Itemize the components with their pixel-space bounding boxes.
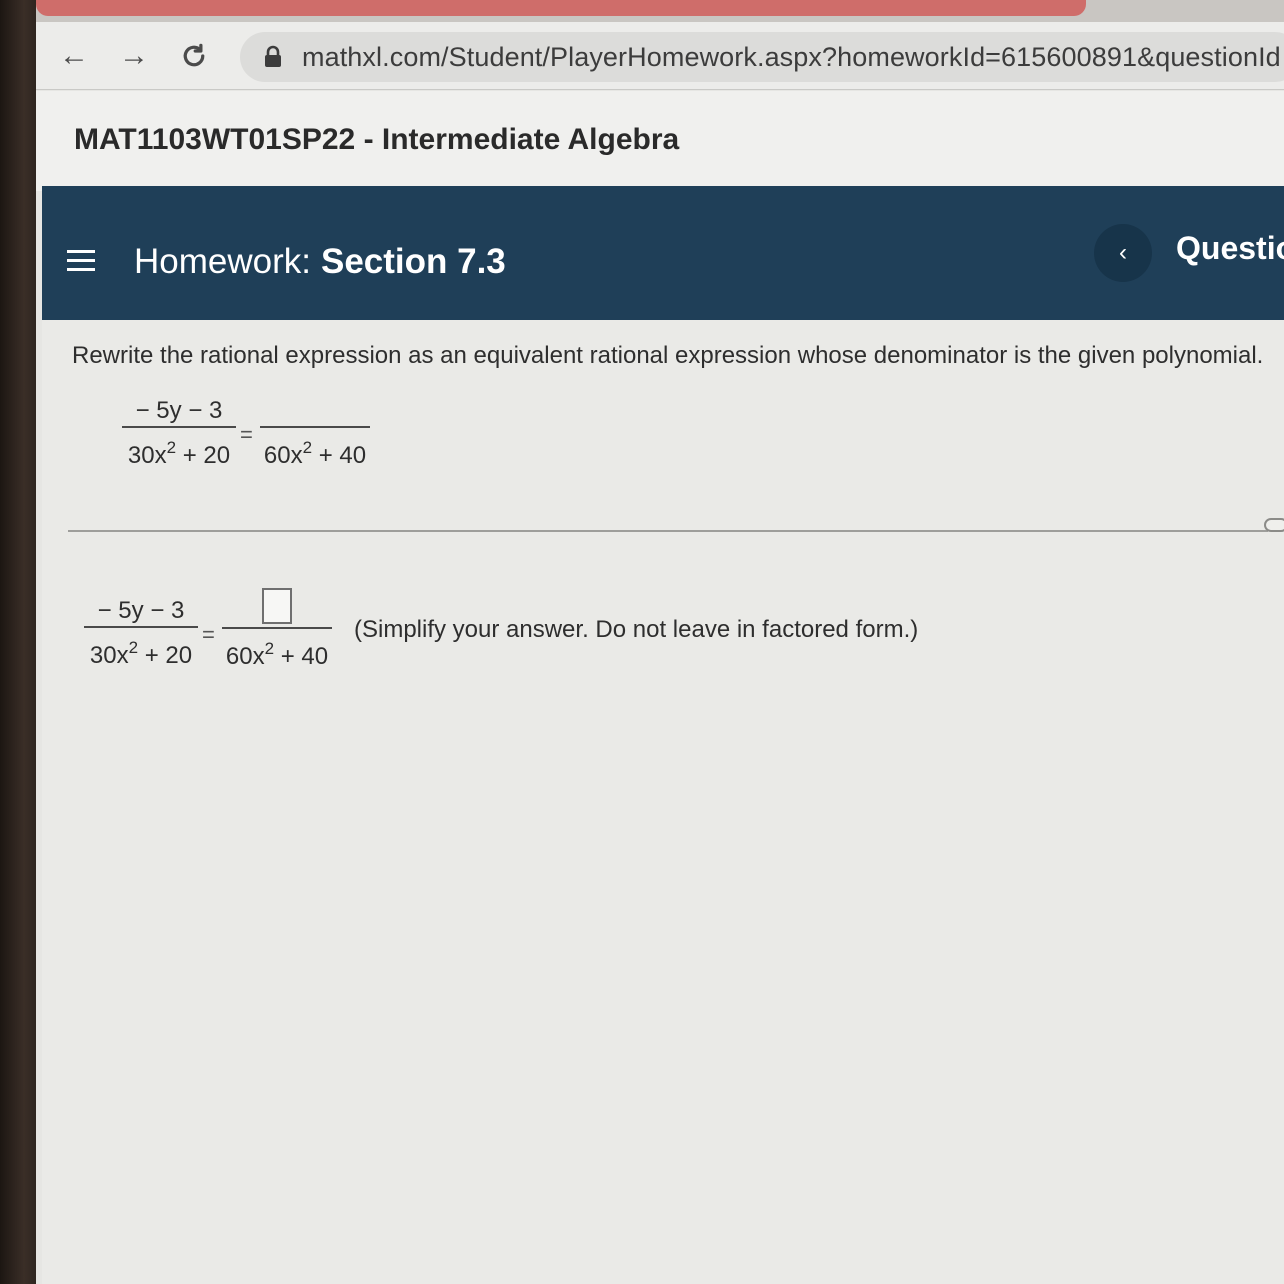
chevron-left-icon: ‹ (1119, 239, 1127, 266)
denominator-rest: + 20 (138, 642, 193, 669)
back-button[interactable]: ← (54, 36, 94, 76)
denominator-base: 60x (263, 442, 303, 469)
homework-title: Homework: Section 7.3 (134, 242, 506, 282)
answer-right-fraction: 60x2 + 40 (222, 588, 332, 670)
denominator-exponent: 2 (128, 638, 139, 657)
forward-arrow-icon: → (119, 39, 149, 72)
target-fraction: 60x2 + 40 (260, 396, 370, 469)
section-divider (68, 530, 1268, 532)
browser-window: ← → mathxl.com/Student/PlayerHomework.as… (36, 0, 1284, 1284)
homework-section: Section 7.3 (320, 242, 506, 281)
numerator-answer-input[interactable] (262, 588, 292, 624)
equals-sign: = (202, 622, 215, 647)
denominator-exponent: 2 (166, 438, 177, 457)
given-denominator: 30x2 + 20 (128, 428, 230, 469)
denominator-base: 30x (127, 442, 167, 469)
answer-left-numerator: − 5y − 3 (97, 597, 185, 624)
homework-label: Homework: (134, 242, 311, 281)
tab-strip (36, 0, 1284, 22)
given-numerator: − 5y − 3 (135, 397, 223, 424)
answer-hint: (Simplify your answer. Do not leave in f… (354, 616, 919, 643)
denominator-exponent: 2 (264, 639, 275, 658)
forward-button[interactable]: → (114, 36, 154, 76)
instruction-text: Rewrite the rational expression as an eq… (72, 342, 1264, 369)
url-text: mathxl.com/Student/PlayerHomework.aspx?h… (302, 41, 1281, 72)
course-title: MAT1103WT01SP22 - Intermediate Algebra (74, 123, 680, 156)
denominator-base: 60x (225, 643, 265, 670)
divider-handle[interactable] (1264, 518, 1284, 532)
address-bar[interactable]: mathxl.com/Student/PlayerHomework.aspx?h… (240, 32, 1284, 82)
equals-sign: = (240, 422, 253, 447)
answer-left-fraction: − 5y − 3 30x2 + 20 (84, 596, 198, 669)
denominator-rest: + 40 (312, 442, 367, 469)
denominator-exponent: 2 (302, 438, 313, 457)
hamburger-menu-icon[interactable] (66, 246, 96, 276)
answer-right-denominator: 60x2 + 40 (226, 629, 328, 670)
denominator-rest: + 40 (274, 643, 329, 670)
lock-icon (265, 45, 281, 67)
target-denominator: 60x2 + 40 (264, 428, 366, 469)
course-header: MAT1103WT01SP22 - Intermediate Algebra (36, 91, 1284, 191)
reload-button[interactable] (174, 36, 214, 76)
answer-left-denominator: 30x2 + 20 (90, 628, 192, 669)
denominator-rest: + 20 (176, 442, 231, 469)
question-label: Questio (1176, 230, 1284, 266)
browser-toolbar: ← → mathxl.com/Student/PlayerHomework.as… (36, 22, 1284, 90)
given-fraction: − 5y − 3 30x2 + 20 (122, 396, 236, 469)
previous-question-button[interactable]: ‹ (1094, 224, 1152, 282)
question-content: Rewrite the rational expression as an eq… (42, 320, 1284, 1284)
monitor-bezel (0, 0, 40, 1284)
back-arrow-icon: ← (59, 39, 89, 72)
reload-icon (183, 43, 205, 67)
active-tab[interactable] (36, 0, 1086, 16)
denominator-base: 30x (89, 642, 129, 669)
homework-banner: Homework: Section 7.3 ‹ Questio (42, 186, 1284, 320)
